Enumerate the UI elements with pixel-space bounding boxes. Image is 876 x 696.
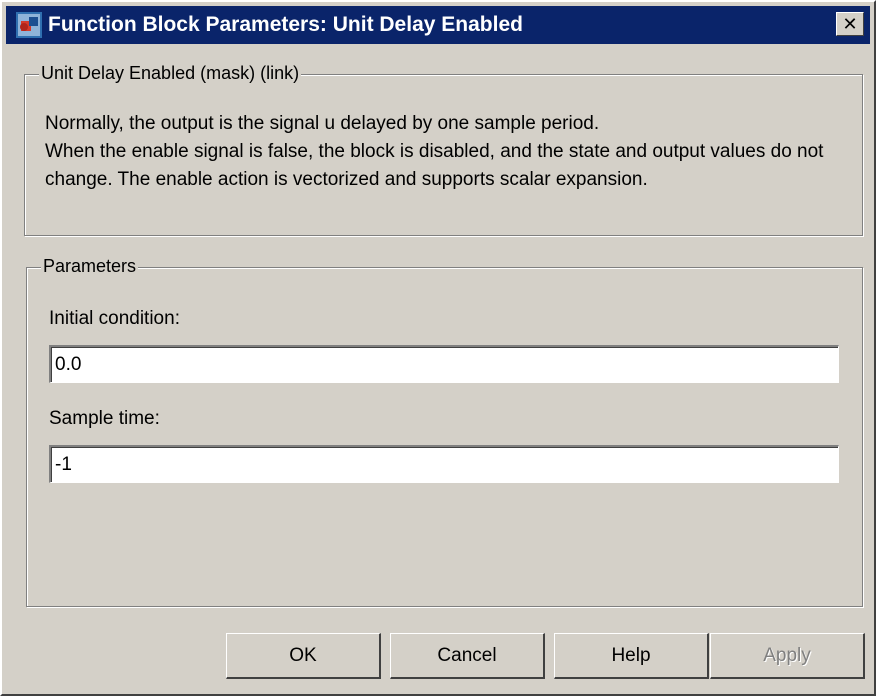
description-line-2: When the enable signal is false, the blo…	[45, 141, 824, 190]
parameters-group-legend: Parameters	[41, 256, 139, 277]
window-title: Function Block Parameters: Unit Delay En…	[48, 13, 523, 36]
description-line-1: Normally, the output is the signal u del…	[45, 113, 600, 134]
sample-time-label: Sample time:	[49, 408, 160, 429]
title-bar[interactable]: Function Block Parameters: Unit Delay En…	[6, 6, 870, 44]
initial-condition-input[interactable]	[49, 345, 839, 383]
description-group-legend: Unit Delay Enabled (mask) (link)	[39, 63, 302, 84]
block-description: Normally, the output is the signal u del…	[45, 110, 845, 194]
dialog-window: Function Block Parameters: Unit Delay En…	[0, 0, 876, 696]
ok-button[interactable]: OK	[226, 633, 381, 679]
close-button[interactable]: ✕	[836, 12, 864, 36]
apply-button: Apply	[710, 633, 865, 679]
help-button[interactable]: Help	[554, 633, 709, 679]
initial-condition-label: Initial condition:	[49, 308, 180, 329]
simulink-block-icon	[16, 12, 42, 38]
cancel-button[interactable]: Cancel	[390, 633, 545, 679]
sample-time-input[interactable]	[49, 445, 839, 483]
close-icon: ✕	[842, 13, 858, 35]
